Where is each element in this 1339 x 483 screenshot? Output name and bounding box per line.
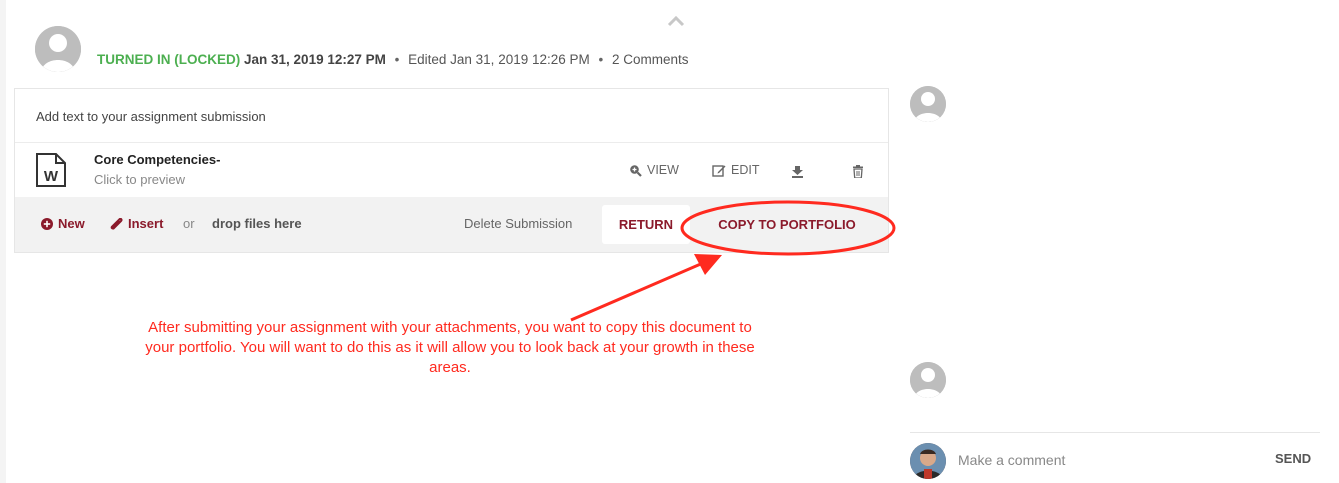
divider: [15, 142, 888, 143]
user-photo-avatar: [910, 443, 946, 479]
comment-divider: [910, 432, 1320, 433]
insert-label: Insert: [128, 216, 164, 231]
attachment-preview-link[interactable]: Click to preview: [94, 172, 185, 187]
comment-avatar: [910, 362, 946, 398]
edit-button[interactable]: EDIT: [712, 163, 759, 177]
meta-separator: •: [598, 52, 604, 67]
edit-icon: [712, 164, 726, 177]
trash-icon[interactable]: [852, 165, 864, 178]
delete-submission-button[interactable]: Delete Submission: [464, 216, 572, 231]
arrow-head-icon: [694, 254, 722, 275]
comments-count[interactable]: 2 Comments: [612, 52, 689, 67]
or-text: or: [183, 216, 195, 231]
edited-date: Edited Jan 31, 2019 12:26 PM: [408, 52, 590, 67]
insert-button[interactable]: Insert: [110, 216, 163, 231]
annotation-arrow: [570, 261, 704, 322]
chevron-up-icon[interactable]: [666, 14, 686, 28]
turned-in-date: Jan 31, 2019 12:27 PM: [244, 52, 386, 67]
submission-panel: Add text to your assignment submission W…: [14, 88, 889, 253]
new-button[interactable]: New: [41, 216, 85, 231]
edit-label: EDIT: [731, 163, 760, 177]
zoom-icon: [630, 164, 642, 177]
svg-text:W: W: [44, 168, 59, 185]
status-badge: TURNED IN (LOCKED): [97, 52, 241, 67]
annotation-note: After submitting your assignment with yo…: [145, 319, 755, 376]
send-button[interactable]: SEND: [1275, 451, 1311, 466]
attachment-name[interactable]: Core Competencies-: [94, 152, 220, 167]
submission-meta: TURNED IN (LOCKED) Jan 31, 2019 12:27 PM…: [97, 52, 689, 67]
view-label: VIEW: [647, 163, 679, 177]
download-icon[interactable]: [791, 165, 804, 178]
submission-toolbar: New Insert or drop files here Delete Sub…: [15, 197, 888, 252]
submission-text-field[interactable]: Add text to your assignment submission: [36, 109, 266, 124]
new-label: New: [58, 216, 85, 231]
view-button[interactable]: VIEW: [629, 163, 679, 177]
plus-circle-icon: [41, 217, 53, 230]
comment-input[interactable]: Make a comment: [958, 452, 1065, 468]
return-button[interactable]: RETURN: [602, 205, 690, 244]
meta-separator: •: [394, 52, 400, 67]
student-avatar: [35, 26, 81, 72]
paperclip-icon: [110, 217, 123, 230]
word-document-icon: W: [36, 153, 66, 187]
left-rule: [0, 0, 6, 483]
copy-to-portfolio-button[interactable]: COPY TO PORTFOLIO: [697, 205, 877, 244]
comment-avatar: [910, 86, 946, 122]
drop-zone[interactable]: drop files here: [212, 216, 302, 231]
